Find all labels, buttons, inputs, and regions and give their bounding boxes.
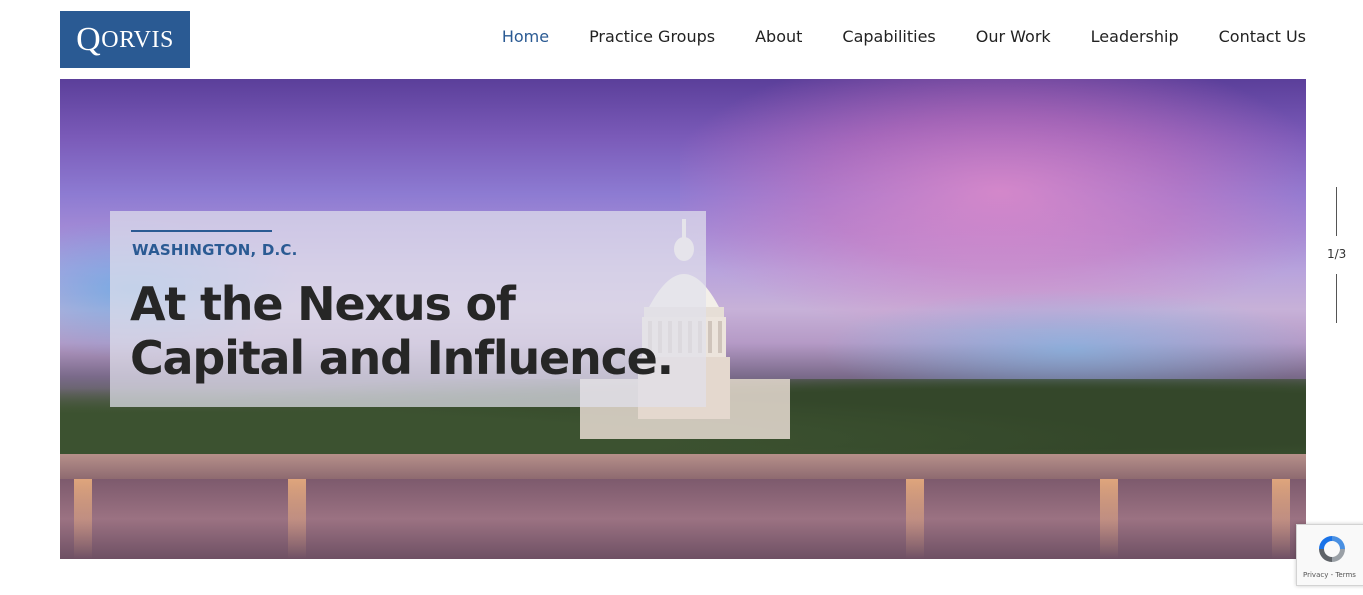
light-reflection [288,479,306,559]
headline-line-1: At the Nexus of [130,277,516,331]
nav-our-work[interactable]: Our Work [976,27,1051,46]
hero-shore [60,454,1306,479]
logo-initial: Q [76,20,102,58]
qorvis-logo[interactable]: Q ORVIS [60,11,190,68]
recaptcha-icon [1319,536,1345,562]
nav-leadership[interactable]: Leadership [1091,27,1179,46]
hero-slide[interactable]: WASHINGTON, D.C. At the Nexus of Capital… [60,79,1306,559]
headline-line-2: Capital and Influence. [130,331,674,385]
main-nav: Home Practice Groups About Capabilities … [502,27,1306,46]
nav-capabilities[interactable]: Capabilities [842,27,935,46]
nav-contact-us[interactable]: Contact Us [1219,27,1306,46]
light-reflection [906,479,924,559]
slide-indicator-line-top [1336,187,1337,236]
recaptcha-badge[interactable]: Privacy - Terms [1296,524,1363,586]
slide-indicator[interactable]: 1/3 [1327,247,1346,261]
hero-eyebrow: WASHINGTON, D.C. [132,241,298,259]
recaptcha-terms[interactable]: Privacy - Terms [1303,571,1356,579]
light-reflection [1272,479,1290,559]
logo-wordmark: ORVIS [101,26,174,53]
light-reflection [1100,479,1118,559]
light-reflection [74,479,92,559]
slide-indicator-line-bottom [1336,274,1337,323]
nav-practice-groups[interactable]: Practice Groups [589,27,715,46]
nav-home[interactable]: Home [502,27,549,46]
hero-text-panel: WASHINGTON, D.C. At the Nexus of Capital… [110,211,706,407]
reflecting-pool [60,479,1306,559]
hero-headline: At the Nexus of Capital and Influence. [130,277,700,385]
nav-about[interactable]: About [755,27,802,46]
eyebrow-divider [131,230,272,232]
